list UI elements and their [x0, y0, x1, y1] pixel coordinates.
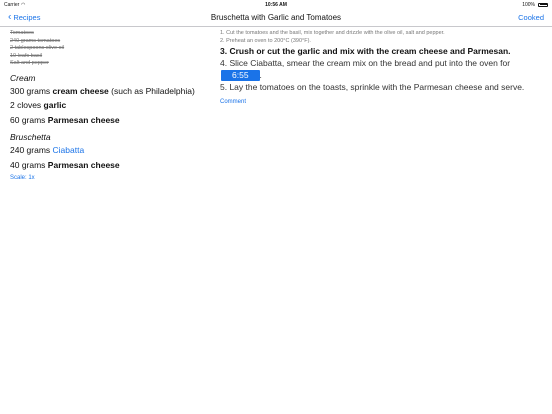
step-next: 5. Lay the tomatoes on the toasts, sprin… [220, 82, 525, 92]
ingredient-name: Parmesan cheese [47, 114, 120, 125]
ingredient-quantity: 40 grams [10, 159, 48, 170]
status-bar: Carrier ◠ 10:56 AM 100% [0, 0, 552, 9]
navigation-bar: ‹ Recipes Bruschetta with Garlic and Tom… [0, 9, 552, 27]
ingredient-name: Parmesan cheese [47, 159, 120, 170]
step-text-end: . [259, 70, 262, 80]
ingredient-quantity: 2 cloves [10, 100, 44, 110]
ciabatta-link[interactable]: Ciabatta [53, 145, 85, 155]
scale-button[interactable]: Scale: 1x [10, 175, 210, 181]
step-next: 4. Slice Ciabatta, smear the cream mix o… [220, 57, 545, 81]
checked-ingredient[interactable]: 10 leafs basil [10, 53, 210, 61]
ingredient-quantity: 240 grams [10, 145, 53, 155]
ingredient-note: (such as Philadelphia) [108, 85, 195, 96]
step-done: 2. Preheat an oven to 200°C (390°F). [220, 38, 311, 44]
step-current: 3. Crush or cut the garlic and mix with … [220, 46, 511, 56]
ingredient-quantity: 300 grams [10, 85, 53, 96]
checked-ingredient[interactable]: Salt and pepper [10, 60, 210, 68]
ingredient-group-title: Cream [10, 72, 36, 83]
ingredient-name: garlic [43, 100, 67, 110]
ingredient-quantity: 60 grams [10, 114, 48, 125]
ingredient-name: cream cheese [52, 85, 109, 96]
step-text: 4. Slice Ciabatta, smear the cream mix o… [220, 58, 511, 68]
timer-button[interactable]: 6:55 [221, 70, 260, 81]
ingredient-group-title: Bruschetta [10, 132, 51, 142]
steps-panel: 1. Cut the tomatoes and the basil, mix t… [220, 29, 545, 105]
checked-ingredient[interactable]: 2 tablespoons olive oil [10, 45, 210, 53]
checked-ingredient[interactable]: Tomatoes [10, 30, 210, 38]
ingredient-item[interactable]: 300 grams cream cheese (such as Philadel… [10, 84, 210, 99]
page-title: Bruschetta with Garlic and Tomatoes [210, 12, 342, 22]
ingredient-item[interactable]: 60 grams Parmesan cheese [10, 113, 210, 128]
comment-button[interactable]: Comment [220, 99, 545, 105]
ingredient-item[interactable]: 240 grams Ciabatta [10, 143, 210, 158]
battery-percent: 100% [522, 2, 535, 8]
battery-icon [538, 2, 548, 7]
step-done: 1. Cut the tomatoes and the basil, mix t… [220, 30, 445, 36]
ingredient-item[interactable]: 2 cloves garlic [10, 98, 210, 113]
checked-ingredient[interactable]: 240 grams tomatoes [10, 38, 210, 46]
ingredient-item[interactable]: 40 grams Parmesan cheese [10, 158, 210, 173]
clock: 10:56 AM [265, 2, 287, 8]
ingredients-panel: Tomatoes 240 grams tomatoes 2 tablespoon… [10, 30, 210, 181]
cooked-button[interactable]: Cooked [518, 13, 544, 22]
